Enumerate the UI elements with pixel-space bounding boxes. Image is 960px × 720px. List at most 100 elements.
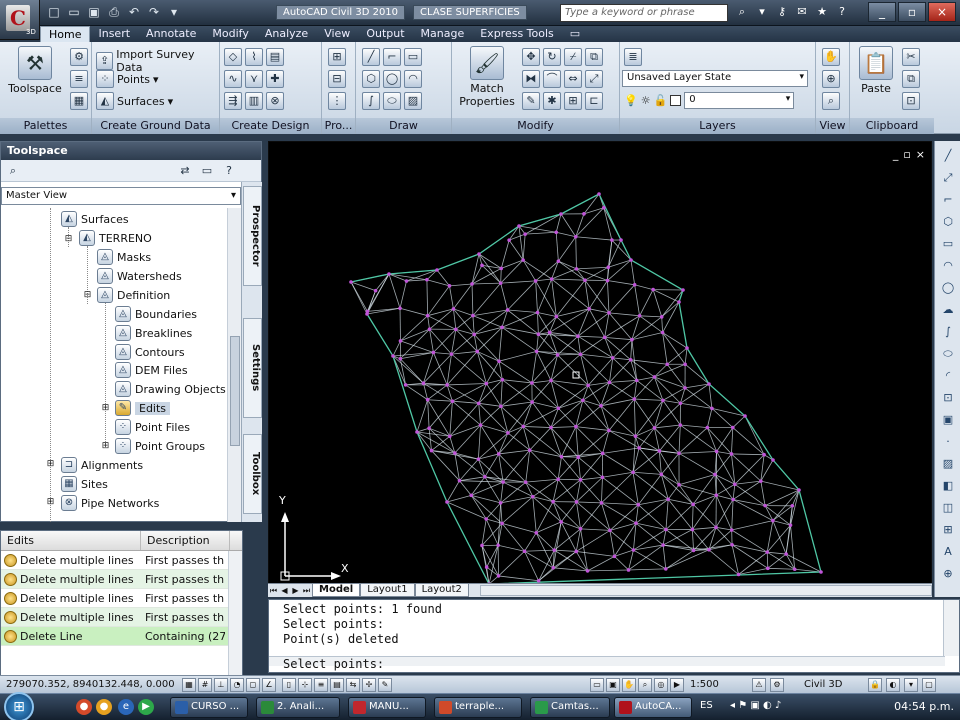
points-button[interactable]: ⁘ Points ▾ [96, 70, 159, 88]
expand-icon[interactable]: ⊞ [101, 442, 110, 451]
item-view-icon[interactable]: ▭ [199, 163, 215, 179]
close-button[interactable]: × [928, 2, 956, 22]
tab-analyze[interactable]: Analyze [257, 26, 316, 42]
chrome-icon[interactable]: ● [76, 699, 92, 715]
table-row[interactable]: Delete multiple lines First passes thro [1, 608, 242, 627]
cut-icon[interactable]: ✂ [902, 48, 920, 66]
tab-settings[interactable]: Settings [243, 318, 262, 418]
layer-properties-icon[interactable]: ≣ [624, 48, 642, 66]
stretch-icon[interactable]: ⇔ [564, 70, 582, 88]
erase-icon[interactable]: ✎ [522, 92, 540, 110]
sc-icon[interactable]: ✢ [362, 678, 376, 692]
rectangle-icon[interactable]: ▭ [404, 48, 422, 66]
communication-icon[interactable]: ✉ [794, 4, 810, 20]
tree-scroll-thumb[interactable] [230, 336, 240, 446]
orbit-icon[interactable]: ⊕ [822, 70, 840, 88]
tab-home[interactable]: Home [40, 26, 91, 42]
polyline-tool-icon[interactable]: ⌐ [939, 191, 957, 209]
qat-dropdown-icon[interactable]: ▾ [166, 4, 182, 20]
layer-properties-icon[interactable]: ≡ [70, 70, 88, 88]
expand-icon[interactable]: ⊞ [46, 460, 55, 469]
ortho-icon[interactable]: ⊥ [214, 678, 228, 692]
intersection-icon[interactable]: ✚ [266, 70, 284, 88]
alignment-icon[interactable]: ∿ [224, 70, 242, 88]
trim-icon[interactable]: ⌿ [564, 48, 582, 66]
quick-properties-icon[interactable]: ▤ [330, 678, 344, 692]
dropdown-icon[interactable]: ▾ [754, 4, 770, 20]
lineweight-icon[interactable]: ≡ [314, 678, 328, 692]
lock-icon[interactable]: 🔓 [654, 94, 668, 107]
pipe-network-icon[interactable]: ⊗ [266, 92, 284, 110]
surfaces-button[interactable]: ◭ Surfaces ▾ [96, 92, 173, 110]
command-vscrollbar[interactable] [943, 600, 959, 656]
taskbar-item-terraple[interactable]: terraple... [434, 697, 522, 718]
profile-view-icon[interactable]: ⊞ [328, 48, 346, 66]
match-properties-button[interactable]: 🖌 Match Properties [458, 46, 516, 108]
firefox-icon[interactable]: ● [96, 699, 112, 715]
move-icon[interactable]: ✥ [522, 48, 540, 66]
tree-item-pipe-networks[interactable]: ⊗ Pipe Networks [61, 494, 159, 512]
assembly-icon[interactable]: ▥ [245, 92, 263, 110]
help-icon[interactable]: ? [221, 163, 237, 179]
grid-icon[interactable]: # [198, 678, 212, 692]
spline-icon[interactable]: ∫ [362, 92, 380, 110]
column-header-description[interactable]: Description [141, 531, 230, 550]
viewport-restore-icon[interactable]: ▫ [903, 148, 910, 161]
annotation-visibility-icon[interactable]: ⚠ [752, 678, 766, 692]
tree-item-edits[interactable]: ✎ Edits [115, 399, 171, 417]
model-space-icon[interactable]: ▭ [590, 678, 604, 692]
command-line[interactable]: Select points: 1 found Select points: Po… [268, 599, 960, 673]
status-menu-icon[interactable]: ▾ [904, 678, 918, 692]
next-tab-icon[interactable]: ▶ [290, 586, 301, 595]
mirror-icon[interactable]: ⧓ [522, 70, 540, 88]
polar-icon[interactable]: ◔ [230, 678, 244, 692]
tree-item-surfaces[interactable]: ◭ Surfaces [61, 210, 129, 228]
steering-wheel-icon[interactable]: ◎ [654, 678, 668, 692]
rotate-icon[interactable]: ↻ [543, 48, 561, 66]
media-icon[interactable]: ▶ [138, 699, 154, 715]
circle-tool-icon[interactable]: ◯ [939, 279, 957, 297]
tree-item-definition[interactable]: ◬ Definition [97, 286, 170, 304]
panel-label-draw[interactable]: Draw [356, 118, 451, 134]
tab-model[interactable]: Model [312, 584, 361, 597]
binoculars-icon[interactable]: ⌕ [734, 4, 750, 20]
edits-scrollbar[interactable] [228, 551, 242, 677]
hatch-tool-icon[interactable]: ▨ [939, 455, 957, 473]
expand-icon[interactable]: ⊞ [46, 498, 55, 507]
tree-scrollbar[interactable] [227, 208, 241, 522]
ellipse-icon[interactable]: ⬭ [383, 92, 401, 110]
viewport-minimize-icon[interactable]: _ [893, 148, 899, 161]
quick-view-layouts-icon[interactable]: ▣ [606, 678, 620, 692]
tab-layout1[interactable]: Layout1 [360, 584, 415, 597]
viewport-close-icon[interactable]: × [916, 148, 925, 161]
tree-item-contours[interactable]: ◬ Contours [115, 343, 185, 361]
command-prompt[interactable]: Select points: [283, 657, 384, 673]
save-icon[interactable]: ▣ [86, 4, 102, 20]
help-search-input[interactable]: Type a keyword or phrase [560, 4, 728, 22]
tab-prospector[interactable]: Prospector [243, 186, 262, 286]
annotation-icon[interactable]: ✎ [378, 678, 392, 692]
application-menu-button[interactable]: C 3D [0, 0, 40, 40]
polygon-tool-icon[interactable]: ⬡ [939, 213, 957, 231]
search-icon[interactable]: ⌕ [5, 163, 21, 179]
tree-item-watersheds[interactable]: ◬ Watersheds [97, 267, 182, 285]
last-tab-icon[interactable]: ⏭ [301, 586, 312, 596]
tree-item-drawing-objects[interactable]: ◬ Drawing Objects [115, 380, 226, 398]
subscription-icon[interactable]: ⚷ [774, 4, 790, 20]
help-icon[interactable]: ? [834, 4, 850, 20]
tree-item-alignments[interactable]: ⊐ Alignments [61, 456, 143, 474]
taskbar-item-manu[interactable]: MANU... [348, 697, 426, 718]
paste-button[interactable]: 📋 Paste [856, 46, 896, 95]
feature-line-icon[interactable]: ⌇ [245, 48, 263, 66]
print-icon[interactable]: ⎙ [106, 4, 122, 20]
tab-express-tools[interactable]: Express Tools [472, 26, 562, 42]
parcel-icon[interactable]: ◇ [224, 48, 242, 66]
ellipse-tool-icon[interactable]: ⬭ [939, 345, 957, 363]
tab-insert[interactable]: Insert [90, 26, 138, 42]
array-icon[interactable]: ⊞ [564, 92, 582, 110]
rectangle-tool-icon[interactable]: ▭ [939, 235, 957, 253]
otrack-icon[interactable]: ∠ [262, 678, 276, 692]
ellipse-arc-icon[interactable]: ◜ [939, 367, 957, 385]
tree-item-masks[interactable]: ◬ Masks [97, 248, 151, 266]
line-tool-icon[interactable]: ╱ [939, 147, 957, 165]
